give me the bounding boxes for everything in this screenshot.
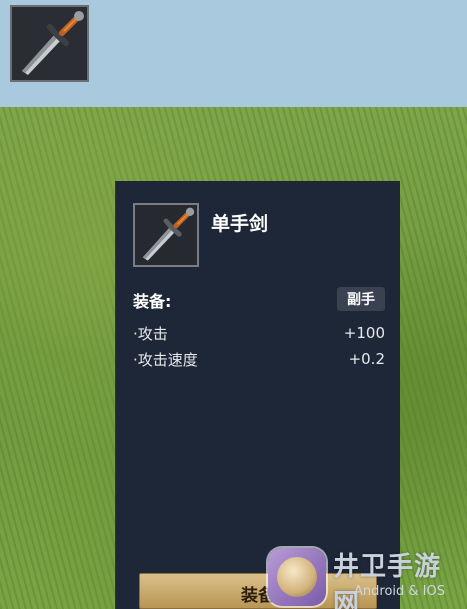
top-bar [0, 0, 467, 107]
stat-row: ·攻击速度 +0.2 [133, 348, 385, 370]
sword-icon [21, 10, 84, 75]
stat-value: +0.2 [348, 350, 385, 368]
watermark-subtext: Android & IOS [354, 584, 445, 599]
stat-row: ·攻击 +100 [133, 322, 385, 344]
sword-icon [142, 207, 195, 261]
slot-badge: 副手 [337, 287, 385, 311]
stat-label: ·攻击 [133, 324, 168, 343]
item-detail-panel: 单手剑 装备: 副手 ·攻击 +100 ·攻击速度 +0.2 装备 [115, 181, 400, 609]
item-name: 单手剑 [211, 213, 269, 235]
watermark-logo [268, 548, 326, 606]
watermark-text: 井卫手游网 [333, 552, 442, 609]
gem-icon [277, 557, 317, 597]
stat-label: ·攻击速度 [133, 350, 198, 369]
item-icon-slot [133, 203, 199, 267]
equipped-item-slot[interactable] [10, 5, 89, 82]
stat-value: +100 [343, 324, 385, 342]
equip-slot-label: 装备: [133, 292, 172, 311]
